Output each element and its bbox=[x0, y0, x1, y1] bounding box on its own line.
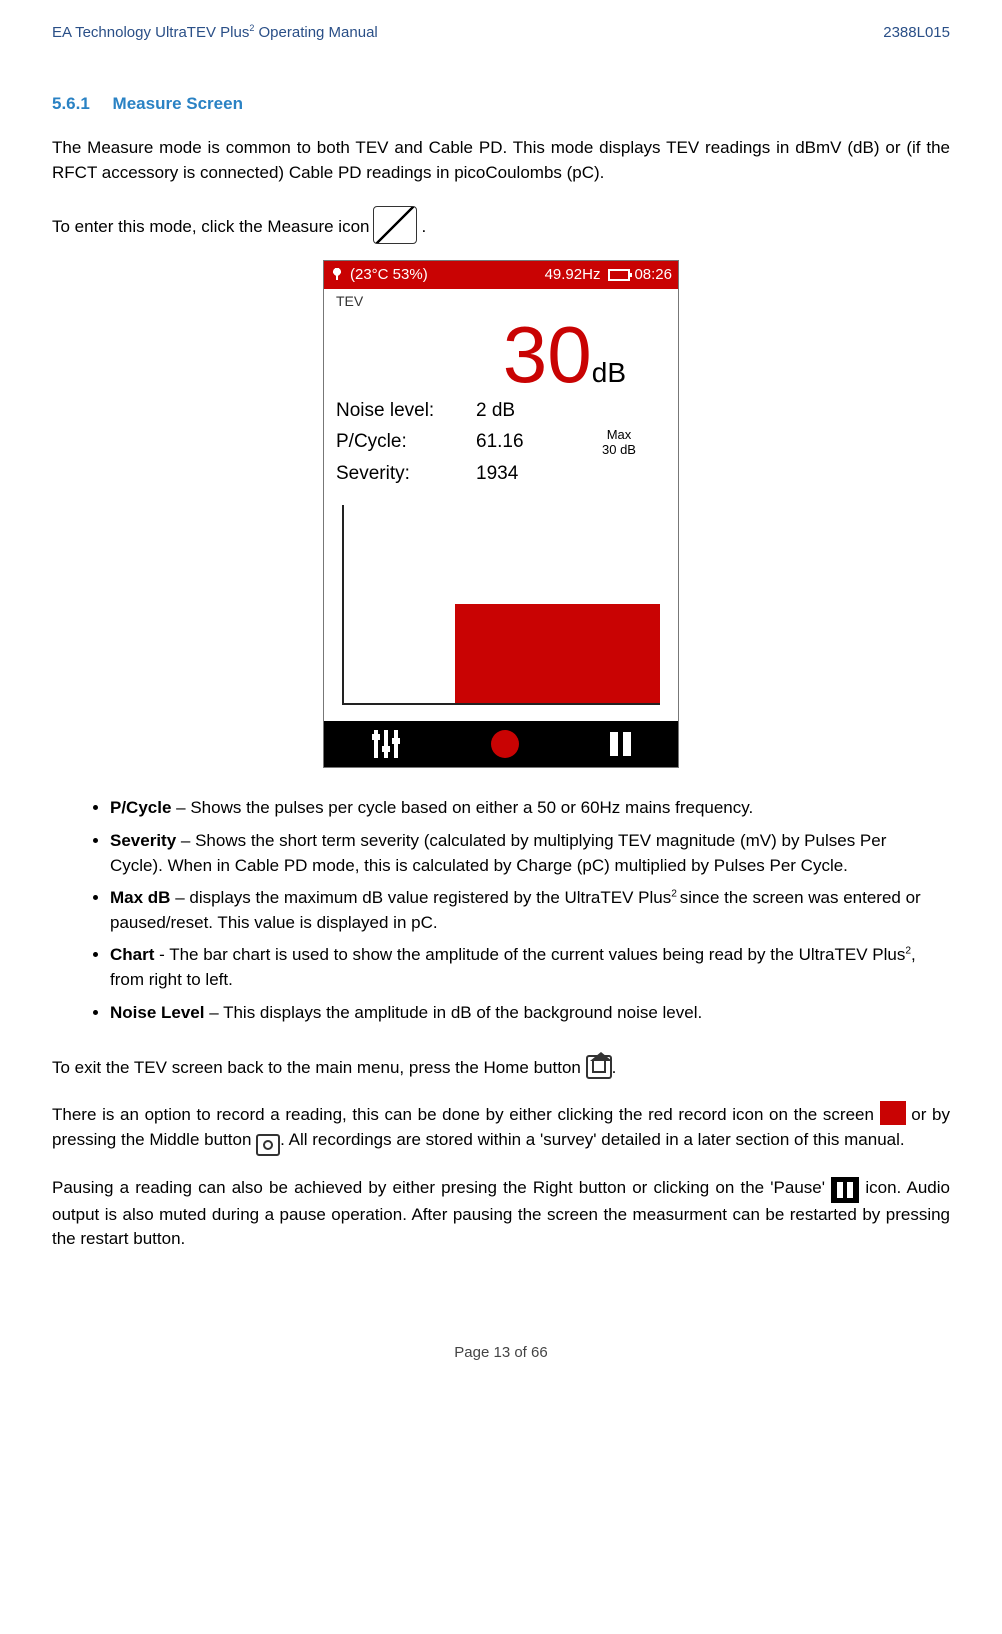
battery-icon bbox=[608, 269, 630, 281]
status-bar: (23°C 53%) 49.92Hz 08:26 bbox=[324, 261, 678, 289]
list-item: Noise Level – This displays the amplitud… bbox=[110, 1001, 950, 1026]
mode-label: TEV bbox=[336, 289, 666, 311]
bullet-text: – This displays the amplitude in dB of t… bbox=[205, 1003, 703, 1022]
metrics-table: Noise level: 2 dB P/Cycle: 61.16 Max 30 … bbox=[336, 397, 666, 487]
record-c: . All recordings are stored within a 'su… bbox=[280, 1130, 904, 1149]
definitions-list: P/Cycle – Shows the pulses per cycle bas… bbox=[110, 796, 950, 1025]
max-label: Max bbox=[572, 427, 666, 443]
section-title: Measure Screen bbox=[113, 94, 243, 113]
pause-icon[interactable] bbox=[610, 732, 632, 756]
pause-a: Pausing a reading can also be achieved b… bbox=[52, 1178, 831, 1197]
noise-value: 2 dB bbox=[476, 397, 566, 425]
enter-mode-tail: . bbox=[421, 215, 426, 240]
bullet-text-a: - The bar chart is used to show the ampl… bbox=[154, 945, 905, 964]
status-temp: (23°C 53%) bbox=[350, 264, 428, 286]
doc-header-right: 2388L015 bbox=[883, 22, 950, 44]
device-footer-bar bbox=[324, 721, 678, 767]
severity-label: Severity: bbox=[336, 460, 476, 488]
page-number: Page 13 of 66 bbox=[52, 1342, 950, 1364]
doc-header-left: EA Technology UltraTEV Plus2 Operating M… bbox=[52, 22, 378, 44]
para-exit: To exit the TEV screen back to the main … bbox=[52, 1055, 950, 1081]
list-item: Chart - The bar chart is used to show th… bbox=[110, 943, 950, 992]
status-time: 08:26 bbox=[634, 264, 672, 286]
record-square-icon bbox=[880, 1101, 906, 1125]
max-value: 30 dB bbox=[572, 442, 666, 458]
chart-bar bbox=[455, 604, 660, 703]
product-name: EA Technology UltraTEV Plus bbox=[52, 24, 249, 41]
list-item: Severity – Shows the short term severity… bbox=[110, 829, 950, 878]
exit-text-b: . bbox=[612, 1058, 617, 1077]
middle-button-icon bbox=[256, 1134, 280, 1156]
bullet-label: Noise Level bbox=[110, 1003, 205, 1022]
pause-button-icon bbox=[831, 1177, 859, 1203]
bullet-text: – Shows the pulses per cycle based on ei… bbox=[171, 798, 753, 817]
bullet-label: Max dB bbox=[110, 888, 170, 907]
severity-value: 1934 bbox=[476, 460, 566, 488]
home-icon bbox=[586, 1055, 612, 1079]
para-enter-mode: To enter this mode, click the Measure ic… bbox=[52, 206, 950, 240]
para-intro: The Measure mode is common to both TEV a… bbox=[52, 136, 950, 185]
doc-suffix: Operating Manual bbox=[254, 24, 377, 41]
list-item: P/Cycle – Shows the pulses per cycle bas… bbox=[110, 796, 950, 821]
bullet-label: Chart bbox=[110, 945, 154, 964]
bullet-label: P/Cycle bbox=[110, 798, 171, 817]
amplitude-chart bbox=[342, 505, 660, 705]
pcycle-value: 61.16 bbox=[476, 428, 566, 456]
exit-text-a: To exit the TEV screen back to the main … bbox=[52, 1058, 586, 1077]
primary-reading: 30dB bbox=[336, 315, 626, 395]
reading-value: 30 bbox=[503, 310, 592, 399]
mic-icon bbox=[330, 267, 344, 283]
pcycle-label: P/Cycle: bbox=[336, 428, 476, 456]
reading-unit: dB bbox=[592, 357, 626, 388]
section-number: 5.6.1 bbox=[52, 94, 90, 113]
list-item: Max dB – displays the maximum dB value r… bbox=[110, 886, 950, 935]
noise-label: Noise level: bbox=[336, 397, 476, 425]
measure-icon bbox=[373, 206, 417, 244]
record-a: There is an option to record a reading, … bbox=[52, 1105, 880, 1124]
device-screenshot: (23°C 53%) 49.92Hz 08:26 TEV 30dB Noise … bbox=[323, 260, 679, 769]
status-freq: 49.92Hz bbox=[545, 264, 601, 286]
bullet-label: Severity bbox=[110, 831, 176, 850]
max-block: Max 30 dB bbox=[572, 427, 666, 458]
enter-mode-text: To enter this mode, click the Measure ic… bbox=[52, 215, 369, 240]
para-pause: Pausing a reading can also be achieved b… bbox=[52, 1176, 950, 1252]
bullet-text-a: – displays the maximum dB value register… bbox=[170, 888, 671, 907]
sup-two: 2 bbox=[671, 889, 680, 900]
record-icon[interactable] bbox=[491, 730, 519, 758]
section-heading: 5.6.1 Measure Screen bbox=[52, 92, 950, 117]
bullet-text: – Shows the short term severity (calcula… bbox=[110, 831, 886, 875]
settings-icon[interactable] bbox=[370, 730, 400, 758]
para-record: There is an option to record a reading, … bbox=[52, 1101, 950, 1156]
